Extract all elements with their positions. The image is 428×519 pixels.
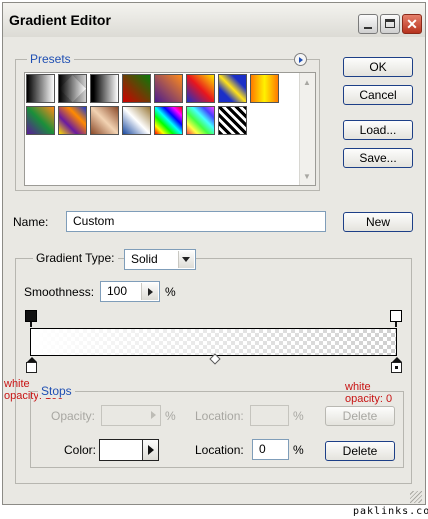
name-label: Name: bbox=[13, 215, 49, 229]
presets-scrollbar[interactable]: ▲ ▼ bbox=[299, 73, 315, 185]
chevron-down-icon bbox=[182, 257, 190, 262]
preset-swatch-chrome[interactable] bbox=[122, 106, 151, 135]
opacity-field[interactable] bbox=[101, 405, 161, 426]
maximize-icon bbox=[385, 19, 395, 28]
color-stop-right[interactable] bbox=[391, 362, 402, 373]
color-delete-button[interactable]: Delete bbox=[325, 441, 395, 461]
gradient-preview bbox=[31, 329, 396, 355]
preset-swatch-copper[interactable] bbox=[90, 106, 119, 135]
load-button[interactable]: Load... bbox=[343, 120, 413, 140]
watermark: paklinks.com bbox=[353, 506, 428, 517]
resize-grip-icon[interactable] bbox=[410, 491, 422, 503]
opacity-delete-button[interactable]: Delete bbox=[325, 406, 395, 426]
scroll-down-icon[interactable]: ▼ bbox=[303, 172, 311, 181]
color-location-field[interactable]: 0 bbox=[252, 439, 289, 460]
maximize-button[interactable] bbox=[380, 14, 400, 34]
opacity-stop-left[interactable] bbox=[25, 310, 37, 322]
preset-swatch-spectrum[interactable] bbox=[154, 106, 183, 135]
smoothness-slider-button[interactable] bbox=[141, 283, 158, 300]
gradient-type-label: Gradient Type: bbox=[33, 251, 118, 265]
smoothness-unit: % bbox=[165, 285, 176, 299]
color-swatch[interactable] bbox=[99, 439, 159, 461]
smoothness-value: 100 bbox=[107, 284, 128, 298]
preset-swatch-yellow-violet-orange-blue[interactable] bbox=[58, 106, 87, 135]
preset-swatch-transparent-stripes[interactable] bbox=[218, 106, 247, 135]
preset-swatch-black-white[interactable] bbox=[26, 74, 55, 103]
new-button[interactable]: New bbox=[343, 212, 413, 232]
preset-swatch-violet-green-orange[interactable] bbox=[26, 106, 55, 135]
color-label: Color: bbox=[64, 443, 97, 457]
color-picker-button[interactable] bbox=[142, 440, 158, 460]
window-title: Gradient Editor bbox=[9, 12, 111, 28]
selected-marker-icon bbox=[395, 366, 398, 369]
opacity-location-label: Location: bbox=[195, 409, 244, 423]
preset-swatch-black-transparent[interactable] bbox=[58, 74, 87, 103]
color-value-swatch bbox=[101, 441, 141, 459]
gradient-type-select[interactable]: Solid bbox=[124, 249, 196, 270]
opacity-location-unit: % bbox=[293, 409, 304, 423]
color-stop-left[interactable] bbox=[26, 362, 37, 373]
preset-swatch-orange-yellow-orange[interactable] bbox=[250, 74, 279, 103]
close-button[interactable]: ✕ bbox=[402, 14, 422, 34]
stops-label: Stops bbox=[38, 384, 75, 398]
play-arrow-icon bbox=[148, 288, 153, 296]
minimize-button[interactable] bbox=[358, 14, 378, 34]
opacity-label: Opacity: bbox=[51, 409, 96, 423]
opacity-location-field[interactable] bbox=[250, 405, 289, 426]
opacity-stop-right[interactable] bbox=[390, 310, 402, 322]
opacity-unit: % bbox=[165, 409, 176, 423]
preset-swatch-black-white-2[interactable] bbox=[90, 74, 119, 103]
ok-button[interactable]: OK bbox=[343, 57, 413, 77]
save-button[interactable]: Save... bbox=[343, 148, 413, 168]
opacity-stop-left-stem bbox=[30, 322, 32, 327]
color-location-label: Location: bbox=[195, 443, 244, 457]
presets-label: Presets bbox=[27, 52, 74, 66]
dropdown-button[interactable] bbox=[178, 251, 194, 268]
gradient-bar[interactable] bbox=[30, 328, 397, 356]
smoothness-label: Smoothness: bbox=[24, 285, 95, 299]
smoothness-field[interactable]: 100 bbox=[100, 281, 160, 302]
close-icon: ✕ bbox=[406, 16, 418, 32]
preset-swatch-blue-yellow-blue[interactable] bbox=[218, 74, 247, 103]
preset-swatch-transparent-rainbow[interactable] bbox=[186, 106, 215, 135]
color-location-unit: % bbox=[293, 443, 304, 457]
presets-list: ▲ ▼ bbox=[24, 72, 316, 186]
play-arrow-icon bbox=[148, 445, 154, 455]
play-arrow-icon bbox=[299, 57, 303, 63]
play-arrow-icon bbox=[151, 411, 156, 419]
cancel-button[interactable]: Cancel bbox=[343, 85, 413, 105]
presets-menu-button[interactable] bbox=[294, 53, 307, 66]
gradient-type-value: Solid bbox=[131, 252, 158, 266]
opacity-stop-right-stem bbox=[395, 322, 397, 327]
minimize-icon bbox=[364, 27, 372, 29]
preset-swatch-blue-red-yellow[interactable] bbox=[186, 74, 215, 103]
preset-swatch-red-green[interactable] bbox=[122, 74, 151, 103]
swatch-grid bbox=[26, 74, 301, 184]
preset-swatch-violet-orange[interactable] bbox=[154, 74, 183, 103]
scroll-up-icon[interactable]: ▲ bbox=[303, 78, 311, 87]
name-field[interactable]: Custom bbox=[66, 211, 326, 232]
